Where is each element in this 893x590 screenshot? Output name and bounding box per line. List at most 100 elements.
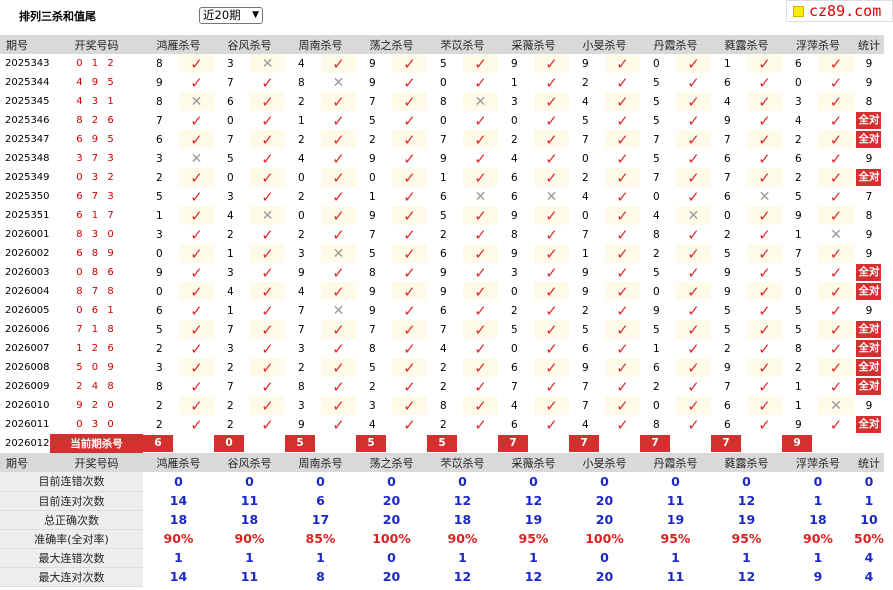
kill-value-cell: 2 [427, 415, 463, 434]
summary-value: 0 [356, 472, 427, 492]
kill-value-cell: 6 [214, 92, 250, 111]
result-mark-cell: ✓ [392, 187, 427, 206]
result-mark-cell: ✓ [676, 187, 711, 206]
kill-value-cell: 2 [214, 396, 250, 415]
stat-cell: 8 [854, 92, 884, 111]
check-icon: ✓ [758, 301, 771, 320]
summary-value: 18 [782, 510, 854, 530]
check-icon: ✓ [190, 54, 203, 73]
kill-value-cell: 0 [498, 111, 534, 130]
summary-value: 14 [143, 491, 214, 511]
site-logo[interactable]: cz89.com [786, 0, 893, 22]
cross-icon: ✕ [830, 226, 842, 243]
check-icon: ✓ [616, 149, 629, 168]
check-icon: ✓ [687, 54, 700, 73]
check-icon: ✓ [758, 244, 771, 263]
all-correct-badge: 全对 [856, 264, 882, 281]
summary-value: 18 [427, 510, 498, 530]
check-icon: ✓ [829, 92, 843, 111]
check-icon: ✓ [687, 244, 700, 263]
result-mark-cell: ✓ [321, 263, 356, 282]
issue-cell: 2026001 [0, 225, 50, 244]
stat-cell: 全对 [854, 282, 884, 301]
table-row: 2026010 9 2 0 2 ✓ 2 ✓ 3 ✓ 3 ✓ 8 ✓ 4 ✓ 7 ✓ 0 ✓ 6 ✓ 1 ✕ 9 [0, 396, 884, 415]
result-mark-cell: ✓ [179, 358, 214, 377]
cross-icon: ✕ [261, 55, 274, 72]
check-icon: ✓ [758, 225, 771, 244]
check-icon: ✓ [687, 168, 700, 187]
check-icon: ✓ [190, 263, 203, 282]
check-icon: ✓ [616, 92, 629, 111]
summary-value: 1 [285, 548, 356, 568]
kill-value-cell: 0 [143, 282, 179, 301]
check-icon: ✓ [332, 415, 345, 434]
kill-value-cell: 9 [711, 282, 747, 301]
stat-cell: 9 [854, 396, 884, 415]
check-icon: ✓ [545, 263, 558, 282]
kill-value-cell: 9 [427, 149, 463, 168]
summary-stat: 4 [854, 548, 884, 568]
all-correct-badge: 全对 [856, 321, 882, 338]
winning-number-cell: 8 3 0 [50, 225, 143, 244]
summary-value: 1 [640, 548, 711, 568]
kill-value-cell: 4 [214, 282, 250, 301]
check-icon: ✓ [261, 320, 274, 339]
check-icon: ✓ [616, 206, 629, 225]
result-mark-cell: ✓ [676, 263, 711, 282]
summary-value: 0 [711, 472, 782, 492]
check-icon: ✓ [829, 111, 843, 130]
result-mark-cell: ✓ [392, 54, 427, 73]
check-icon: ✓ [190, 358, 203, 377]
summary-value: 12 [498, 491, 569, 511]
kill-value-cell: 9 [356, 282, 392, 301]
summary-row: 准确率(全对率) 90% 90% 85% 100% 90% 95% 100% 95% 95% 90%… [0, 529, 884, 549]
kill-value-cell: 0 [498, 282, 534, 301]
check-icon: ✓ [332, 396, 345, 415]
result-mark-cell: ✓ [321, 415, 356, 434]
check-icon: ✓ [829, 187, 843, 206]
summary-label: 目前连错次数 [0, 472, 143, 492]
check-icon: ✓ [545, 358, 558, 377]
result-mark-cell: ✓ [676, 282, 711, 301]
all-correct-badge: 全对 [856, 169, 882, 186]
winning-number-cell: 8 7 8 [50, 282, 143, 301]
check-icon: ✓ [829, 206, 843, 225]
kill-value-cell: 7 [214, 377, 250, 396]
kill-value-cell: 2 [569, 301, 605, 320]
result-mark-cell: ✓ [321, 54, 356, 73]
check-icon: ✓ [687, 415, 700, 434]
kill-value-cell: 5 [356, 111, 392, 130]
issue-cell: 2025343 [0, 54, 50, 73]
check-icon: ✓ [758, 415, 771, 434]
kill-value-cell: 7 [711, 168, 747, 187]
check-icon: ✓ [332, 263, 345, 282]
check-icon: ✓ [616, 377, 629, 396]
col-header-kill: 鸿雁杀号 [143, 453, 214, 472]
result-mark-cell: ✓ [321, 92, 356, 111]
kill-value-cell: 1 [711, 54, 747, 73]
kill-value-cell: 7 [711, 377, 747, 396]
cross-icon: ✕ [190, 150, 203, 167]
check-icon: ✓ [261, 339, 274, 358]
check-icon: ✓ [829, 358, 843, 377]
check-icon: ✓ [190, 187, 203, 206]
kill-value-cell: 5 [143, 187, 179, 206]
current-kill-cell: 0 [214, 434, 285, 453]
result-mark-cell: ✓ [676, 225, 711, 244]
period-select[interactable]: 近20期 ▼ [199, 7, 263, 24]
kill-value-cell: 7 [356, 225, 392, 244]
summary-value: 0 [285, 472, 356, 492]
result-mark-cell: ✓ [605, 187, 640, 206]
result-mark-cell: ✓ [463, 301, 498, 320]
issue-cell: 2025344 [0, 73, 50, 92]
result-mark-cell: ✓ [463, 396, 498, 415]
kill-value-cell: 2 [498, 301, 534, 320]
result-mark-cell: ✓ [250, 244, 285, 263]
check-icon: ✓ [616, 225, 629, 244]
kill-value-cell: 2 [782, 168, 818, 187]
stat-cell: 全对 [854, 168, 884, 187]
result-mark-cell: ✓ [179, 282, 214, 301]
result-mark-cell: ✕ [676, 206, 711, 225]
kill-value-cell: 7 [782, 244, 818, 263]
stat-cell: 全对 [854, 415, 884, 434]
